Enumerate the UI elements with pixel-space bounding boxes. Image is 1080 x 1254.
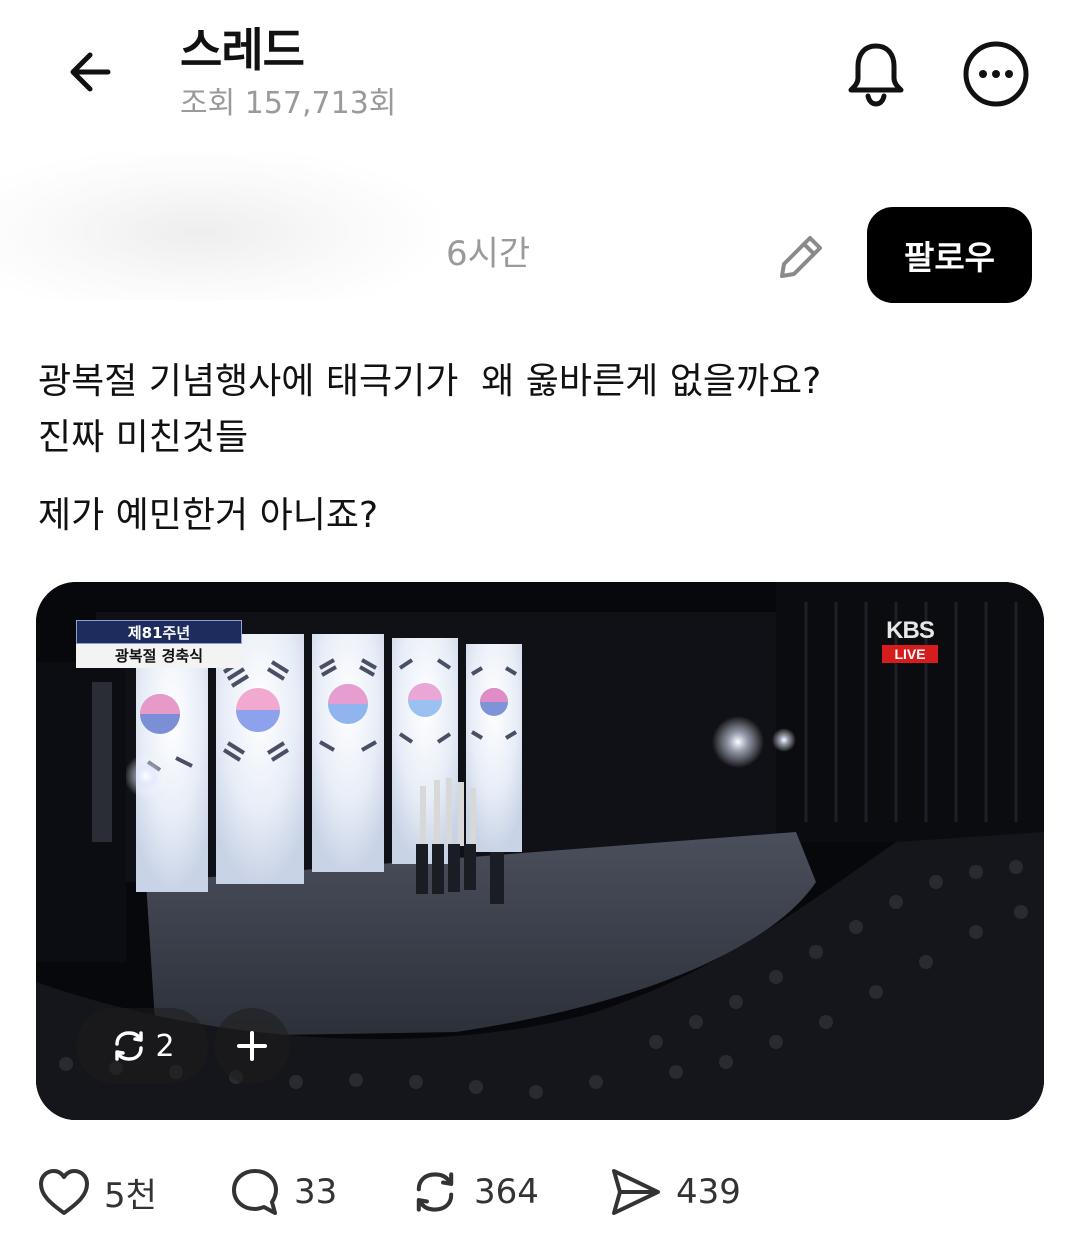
- follow-button[interactable]: 팔로우: [867, 207, 1032, 303]
- media-repost-count: 2: [155, 1028, 175, 1064]
- post-text-line: 진짜 미친것들: [38, 417, 249, 458]
- bell-icon: [848, 43, 904, 107]
- page-title: 스레드: [180, 23, 305, 77]
- edit-button[interactable]: [772, 226, 832, 286]
- comment-bubble-icon: [232, 1169, 278, 1215]
- caption-line-1: 제81주년: [76, 620, 242, 644]
- share-button[interactable]: 439: [608, 1162, 741, 1222]
- pencil-icon: [780, 236, 822, 278]
- view-count: 조회 157,713회: [180, 86, 397, 121]
- like-count: 5천: [104, 1175, 157, 1216]
- media-add-button[interactable]: [214, 1008, 290, 1084]
- title-block: 스레드 조회 157,713회: [180, 22, 396, 124]
- heart-icon: [39, 1169, 89, 1215]
- repost-button[interactable]: 364: [408, 1162, 539, 1222]
- more-dots-icon: [963, 41, 1029, 107]
- broadcast-caption: 제81주년 광복절 경축식: [76, 620, 242, 668]
- post-text-line: 광복절 기념행사에 태극기가 왜 옳바른게 없을까요?: [38, 361, 822, 402]
- broadcaster-logo: KBS LIVE: [882, 618, 938, 663]
- comment-count: 33: [294, 1172, 338, 1212]
- more-options-button[interactable]: [960, 38, 1032, 110]
- repost-icon: [115, 1031, 144, 1061]
- share-count: 439: [676, 1172, 741, 1212]
- author-info-blurred: [0, 150, 440, 300]
- post-body: 광복절 기념행사에 태극기가 왜 옳바른게 없을까요? 진짜 미친것들 제가 예…: [38, 354, 1048, 544]
- arrow-left-icon: [70, 52, 111, 92]
- like-button[interactable]: 5천: [36, 1162, 157, 1222]
- repost-icon: [416, 1172, 454, 1212]
- post-text-line: 제가 예민한거 아니죠?: [38, 495, 379, 536]
- live-badge: LIVE: [882, 645, 938, 663]
- post-action-bar: 5천 33 364 439: [36, 1162, 1046, 1222]
- back-button[interactable]: [58, 40, 122, 104]
- notification-button[interactable]: [840, 38, 912, 110]
- top-bar: 스레드 조회 157,713회: [0, 0, 1080, 140]
- repost-count: 364: [474, 1172, 539, 1212]
- plus-icon: [237, 1031, 267, 1061]
- kbs-logo-text: KBS: [886, 617, 935, 644]
- comment-button[interactable]: 33: [228, 1162, 337, 1222]
- post-time: 6시간: [446, 234, 531, 274]
- caption-line-2: 광복절 경축식: [76, 644, 242, 668]
- send-icon: [612, 1169, 660, 1215]
- media-repost-chip[interactable]: 2: [76, 1008, 208, 1084]
- post-media-image[interactable]: 제81주년 광복절 경축식 KBS LIVE 2: [36, 582, 1044, 1120]
